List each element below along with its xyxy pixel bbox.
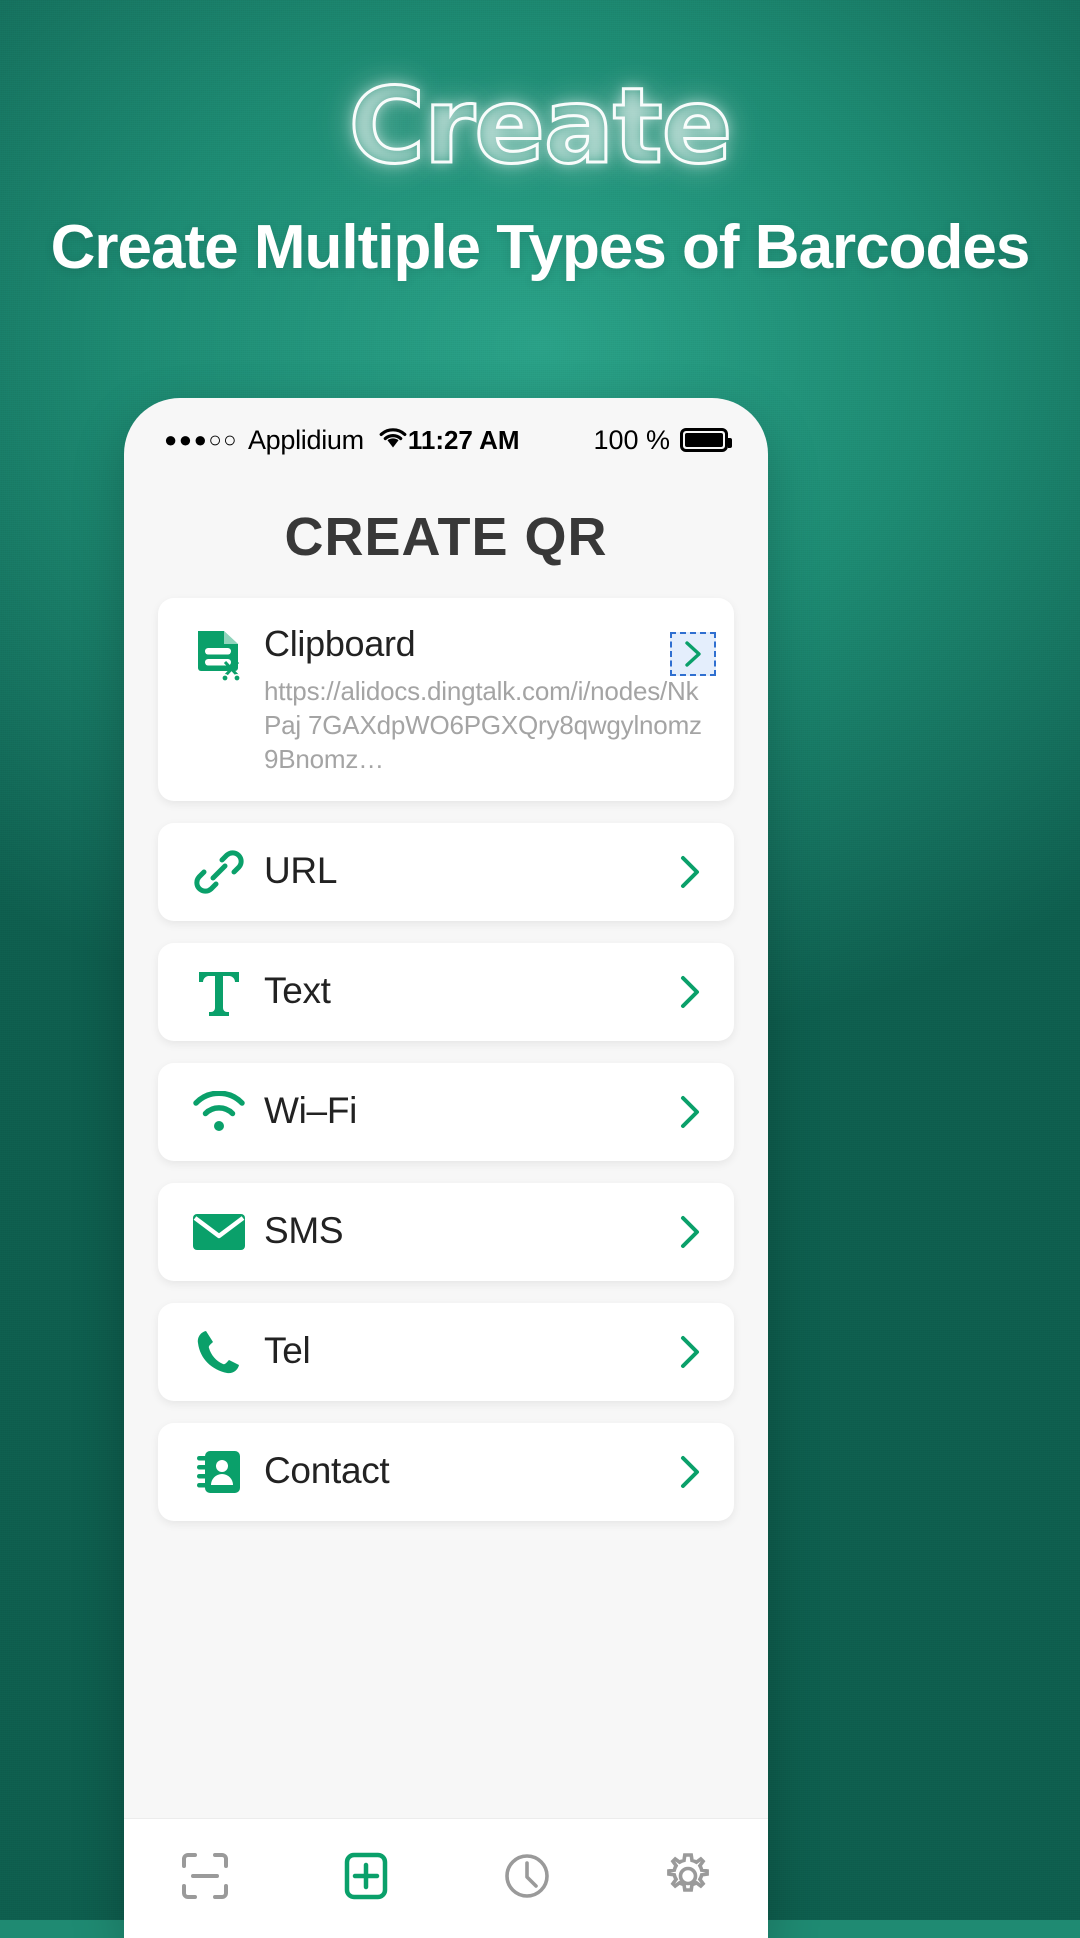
wifi-card-body: Wi–Fi: [250, 1090, 668, 1132]
list-item-sms[interactable]: SMS: [158, 1182, 734, 1281]
chevron-right-icon[interactable]: [668, 855, 712, 889]
clock-icon: [501, 1850, 553, 1907]
list-item-label: SMS: [264, 1210, 344, 1252]
barcode-type-list: Clipboard https://alidocs.dingtalk.com/i…: [124, 598, 768, 1521]
link-icon: [188, 846, 250, 898]
clipboard-card-body: Clipboard https://alidocs.dingtalk.com/i…: [250, 624, 712, 777]
list-item-label: Text: [264, 970, 331, 1012]
promo-outline-title: Create: [347, 65, 734, 187]
chevron-right-icon[interactable]: [668, 1215, 712, 1249]
chevron-right-icon[interactable]: [668, 1455, 712, 1489]
gear-icon: [662, 1850, 714, 1907]
clipboard-document-scissors-icon: [188, 628, 250, 682]
chevron-right-icon[interactable]: [668, 1335, 712, 1369]
carrier-label: Applidium: [247, 424, 364, 455]
sms-card-body: SMS: [250, 1210, 668, 1252]
plus-box-icon: [340, 1850, 392, 1907]
bottom-tab-bar: [124, 1818, 768, 1938]
tab-create[interactable]: [285, 1850, 446, 1907]
tab-scan[interactable]: [124, 1850, 285, 1907]
promo-headline-block: Create Create Multiple Types of Barcodes: [0, 0, 1080, 284]
signal-strength-dots: ●●●○○: [164, 427, 238, 452]
list-item-tel[interactable]: Tel: [158, 1302, 734, 1401]
envelope-icon: [188, 1211, 250, 1253]
phone-icon: [188, 1327, 250, 1377]
url-card-body: URL: [250, 850, 668, 892]
promo-subtitle: Create Multiple Types of Barcodes: [50, 213, 1031, 283]
contact-card-icon: [188, 1447, 250, 1497]
chevron-right-icon[interactable]: [670, 632, 716, 676]
page-title: CREATE QR: [284, 507, 608, 567]
list-item-label: Clipboard: [264, 623, 416, 664]
tel-card-body: Tel: [250, 1330, 668, 1372]
tab-settings[interactable]: [607, 1850, 768, 1907]
clipboard-url-preview: https://alidocs.dingtalk.com/i/nodes/NkP…: [264, 674, 712, 777]
contact-card-body: Contact: [250, 1450, 668, 1492]
phone-mockup: ●●●○○ Applidium 11:27 AM 100 % CREATE QR: [124, 398, 768, 1938]
list-item-label: Contact: [264, 1450, 390, 1492]
clipboard-url-line-2: 7GAXdpWO6PGXQry8qwgylnomz9Bnomz…: [264, 709, 702, 775]
list-item-url[interactable]: URL: [158, 822, 734, 921]
chevron-right-icon[interactable]: [668, 975, 712, 1009]
list-item-label: Tel: [264, 1330, 311, 1372]
list-item-label: URL: [264, 850, 338, 892]
list-item-clipboard[interactable]: Clipboard https://alidocs.dingtalk.com/i…: [158, 598, 734, 801]
status-bar-right: 100 %: [520, 424, 732, 456]
list-item-label: Wi–Fi: [264, 1090, 358, 1132]
list-item-contact[interactable]: Contact: [158, 1422, 734, 1521]
text-card-body: Text: [250, 970, 668, 1012]
list-item-wifi[interactable]: Wi–Fi: [158, 1062, 734, 1161]
text-t-icon: [188, 967, 250, 1017]
chevron-right-icon[interactable]: [668, 1095, 712, 1129]
list-item-text[interactable]: Text: [158, 942, 734, 1041]
status-bar: ●●●○○ Applidium 11:27 AM 100 %: [124, 398, 768, 472]
wifi-icon: [188, 1090, 250, 1133]
scan-icon: [179, 1850, 231, 1907]
wifi-icon: [378, 425, 408, 456]
tab-history[interactable]: [446, 1850, 607, 1907]
battery-percent-label: 100 %: [593, 424, 670, 455]
battery-full-icon: [680, 428, 732, 452]
status-bar-time: 11:27 AM: [407, 424, 520, 455]
status-bar-left: ●●●○○ Applidium: [164, 425, 408, 456]
